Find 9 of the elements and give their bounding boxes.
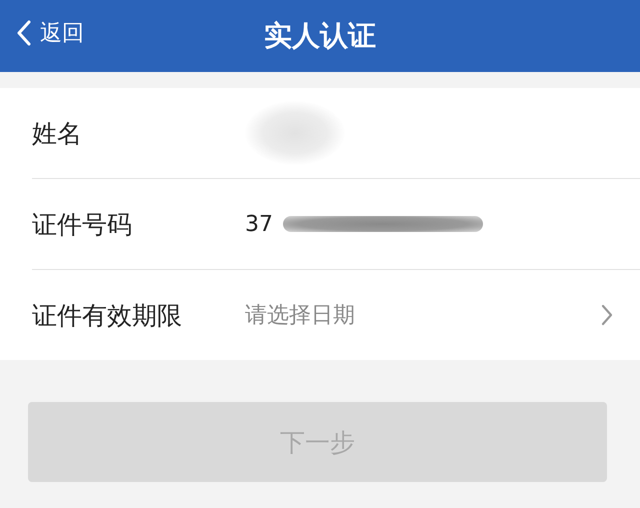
chevron-right-icon [600,303,614,327]
input-field[interactable]: 37 [245,204,614,244]
field-label: 证件号码 [32,208,133,240]
field-label: 姓名 [32,118,83,150]
field-label: 证件有效期限 [32,300,183,332]
back-button[interactable]: 返回 [16,18,84,48]
nav-title: 实人认证 [264,18,376,54]
date-picker[interactable]: 请选择日期 [245,295,614,335]
back-chevron-icon [16,20,32,46]
